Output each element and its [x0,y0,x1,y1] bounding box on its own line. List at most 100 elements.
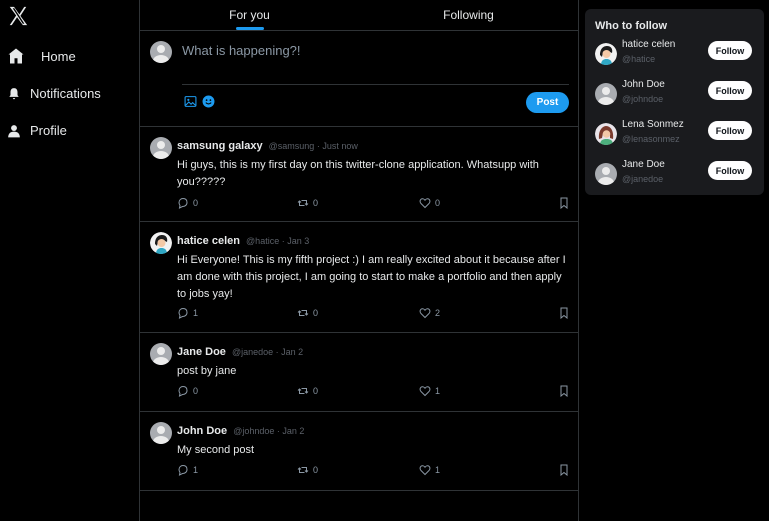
reply-count: 1 [193,465,199,475]
like-button[interactable]: 1 [419,385,440,397]
nav-item-home[interactable]: Home [7,47,76,65]
suggested-user-name[interactable]: Lena Sonmez [622,119,684,130]
post-header: samsung galaxy @samsung · Just now [177,140,358,152]
avatar [150,422,172,444]
compose-input[interactable] [182,43,562,58]
repost-count: 0 [313,386,319,396]
post-time: Jan 3 [287,236,310,246]
follow-button[interactable]: Follow [708,121,752,140]
suggested-user-name[interactable]: hatice celen [622,39,675,50]
suggested-user-handle: @johndoe [622,94,664,104]
post-author-name[interactable]: John Doe [177,425,227,437]
suggested-user[interactable]: Lena Sonmez @lenasonmez Follow [595,119,755,149]
post-handle: @samsung [268,141,315,151]
avatar [595,163,617,185]
bookmark-button[interactable] [558,385,570,397]
bookmark-button[interactable] [558,197,570,209]
repost-button[interactable]: 0 [297,385,318,397]
tab-label: Following [443,8,494,22]
main-feed: For you Following Post samsung galaxy @s… [139,0,579,521]
post-item[interactable]: Jane Doe @janedoe · Jan 2 post by jane 0… [140,333,578,412]
post-button[interactable]: Post [526,92,569,113]
suggested-user[interactable]: Jane Doe @janedoe Follow [595,159,755,189]
sidebar: Home Notifications Profile [0,0,139,521]
like-button[interactable]: 0 [419,197,440,209]
x-logo-icon[interactable] [7,5,29,27]
bookmark-button[interactable] [558,307,570,319]
nav-item-label: Notifications [30,86,101,101]
who-to-follow-title: Who to follow [595,20,668,32]
follow-button[interactable]: Follow [708,161,752,180]
repost-button[interactable]: 0 [297,307,318,319]
suggested-user-handle: @janedoe [622,174,664,184]
nav-item-label: Profile [30,123,67,138]
post-item[interactable]: John Doe @johndoe · Jan 2 My second post… [140,412,578,491]
bookmark-button[interactable] [558,464,570,476]
home-icon [8,48,24,64]
post-actions: 1 0 2 [177,307,569,321]
follow-button[interactable]: Follow [708,41,752,60]
heart-icon [419,465,431,476]
reply-icon [178,307,188,319]
repost-icon [297,388,309,394]
reply-button[interactable]: 1 [177,307,198,319]
bookmark-icon [560,385,568,397]
like-count: 0 [435,198,441,208]
post-item[interactable]: samsung galaxy @samsung · Just now Hi gu… [140,127,578,222]
avatar [150,41,172,63]
repost-icon [297,467,309,473]
who-to-follow-card: Who to follow hatice celen @hatice Follo… [585,9,764,195]
suggested-user-handle: @lenasonmez [622,134,680,144]
like-button[interactable]: 2 [419,307,440,319]
suggested-user-name[interactable]: John Doe [622,79,665,90]
nav-item-notifications[interactable]: Notifications [7,86,101,101]
reply-count: 0 [193,198,199,208]
feed-tabs: For you Following [140,0,578,31]
follow-button[interactable]: Follow [708,81,752,100]
repost-count: 0 [313,465,319,475]
tweet-composer: Post [140,31,578,127]
nav-item-profile[interactable]: Profile [7,123,67,138]
tab-following[interactable]: Following [359,0,578,30]
repost-count: 0 [313,198,319,208]
suggested-user-name[interactable]: Jane Doe [622,159,665,170]
avatar [595,43,617,65]
avatar [595,83,617,105]
post-time: Jan 2 [281,347,304,357]
post-body: Hi Everyone! This is my fifth project :)… [177,254,566,300]
heart-icon [419,386,431,397]
post-author-name[interactable]: Jane Doe [177,346,226,358]
heart-icon [419,198,431,209]
like-count: 1 [435,386,441,396]
reply-button[interactable]: 0 [177,385,198,397]
post-item[interactable]: hatice celen @hatice · Jan 3 Hi Everyone… [140,222,578,333]
emoji-icon[interactable] [202,95,215,108]
composer-divider [182,84,569,85]
repost-button[interactable]: 0 [297,197,318,209]
tab-for-you[interactable]: For you [140,0,359,30]
post-author-name[interactable]: samsung galaxy [177,140,263,152]
nav-item-label: Home [41,48,76,64]
post-handle: @janedoe [231,347,274,357]
post-header: Jane Doe @janedoe · Jan 2 [177,346,303,358]
repost-button[interactable]: 0 [297,464,318,476]
reply-count: 1 [193,308,199,318]
reply-button[interactable]: 0 [177,197,198,209]
tab-label: For you [229,8,270,22]
post-author-name[interactable]: hatice celen [177,235,240,247]
post-time: Just now [322,141,358,151]
post-meta: @hatice · Jan 3 [246,236,310,246]
post-time: Jan 2 [282,426,305,436]
reply-count: 0 [193,386,199,396]
reply-button[interactable]: 1 [177,464,198,476]
post-body: post by jane [177,365,237,377]
image-icon[interactable] [184,95,197,108]
post-handle: @hatice [246,236,280,246]
post-body: My second post [177,444,255,456]
suggested-user[interactable]: hatice celen @hatice Follow [595,39,755,69]
repost-icon [297,310,309,316]
suggested-user[interactable]: John Doe @johndoe Follow [595,79,755,109]
like-button[interactable]: 1 [419,464,440,476]
like-count: 2 [435,308,441,318]
avatar [150,232,172,254]
